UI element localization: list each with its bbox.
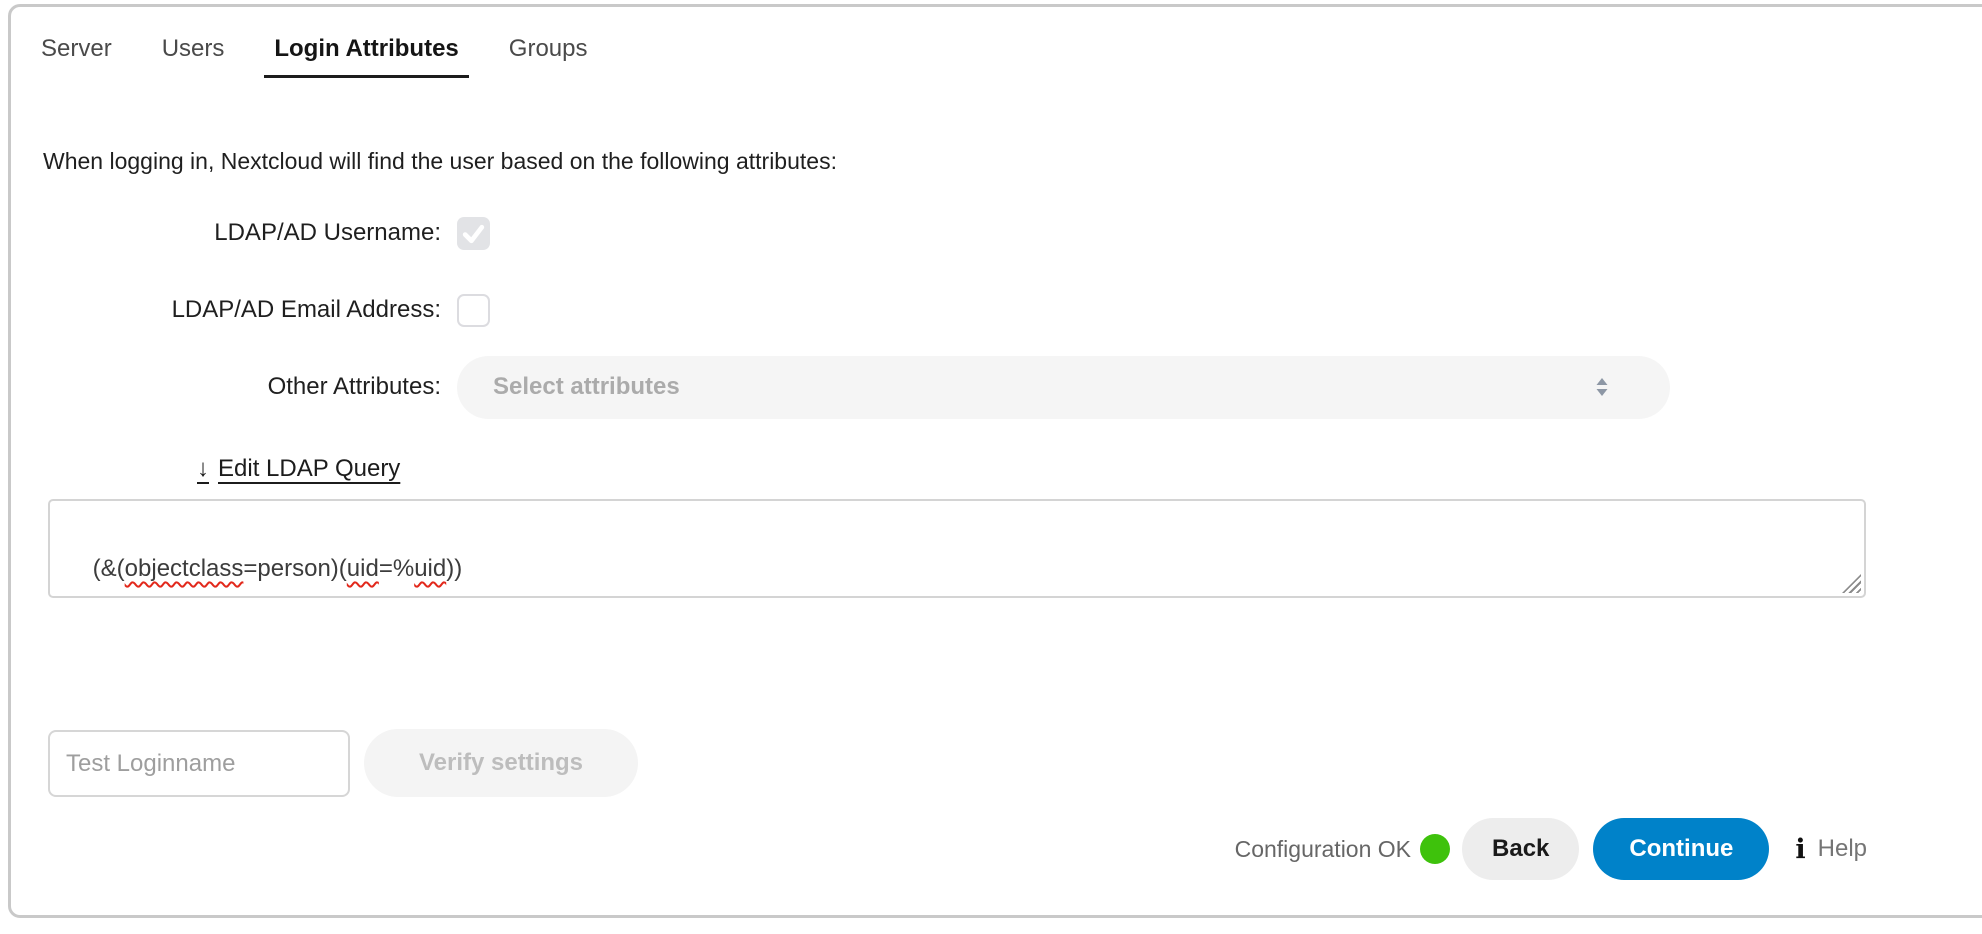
status-ok-indicator — [1420, 834, 1450, 864]
intro-text: When logging in, Nextcloud will find the… — [43, 148, 837, 175]
email-label: LDAP/AD Email Address: — [43, 296, 441, 324]
test-loginname-input[interactable] — [48, 730, 350, 797]
other-attributes-label: Other Attributes: — [43, 373, 441, 401]
other-attributes-select: Select attributes — [457, 356, 1670, 419]
tab-login-attributes[interactable]: Login Attributes — [264, 34, 468, 78]
tab-bar: Server Users Login Attributes Groups — [41, 34, 587, 78]
ldap-query-textarea[interactable]: (&(objectclass=person)(uid=%uid)) — [48, 499, 1866, 598]
help-link[interactable]: Help — [1818, 835, 1867, 863]
resize-handle-icon[interactable] — [1842, 574, 1861, 593]
check-icon — [461, 221, 486, 246]
down-arrow-icon: ↓ — [197, 455, 209, 483]
verify-settings-button: Verify settings — [364, 729, 638, 797]
email-attribute-row: LDAP/AD Email Address: — [43, 287, 490, 333]
info-icon: i — [1795, 834, 1805, 865]
back-button[interactable]: Back — [1462, 818, 1579, 880]
edit-ldap-query-label: Edit LDAP Query — [218, 455, 400, 483]
edit-ldap-query-link[interactable]: ↓ Edit LDAP Query — [197, 455, 400, 483]
sort-icon — [1594, 376, 1610, 398]
ldap-wizard-panel: Server Users Login Attributes Groups Whe… — [8, 4, 1982, 918]
username-checkbox — [457, 217, 490, 250]
tab-server[interactable]: Server — [41, 34, 112, 78]
ldap-query-text: (&(objectclass=person)(uid=%uid)) — [93, 555, 463, 582]
configuration-status-text: Configuration OK — [1235, 836, 1411, 863]
tab-users[interactable]: Users — [162, 34, 225, 78]
username-label: LDAP/AD Username: — [43, 219, 441, 247]
select-placeholder: Select attributes — [493, 373, 680, 401]
continue-button[interactable]: Continue — [1593, 818, 1769, 880]
email-checkbox[interactable] — [457, 294, 490, 327]
username-attribute-row: LDAP/AD Username: — [43, 210, 490, 256]
other-attributes-row: Other Attributes: Select attributes — [43, 355, 1670, 419]
footer-bar: Configuration OK Back Continue i Help — [1235, 817, 1867, 881]
tab-groups[interactable]: Groups — [509, 34, 588, 78]
